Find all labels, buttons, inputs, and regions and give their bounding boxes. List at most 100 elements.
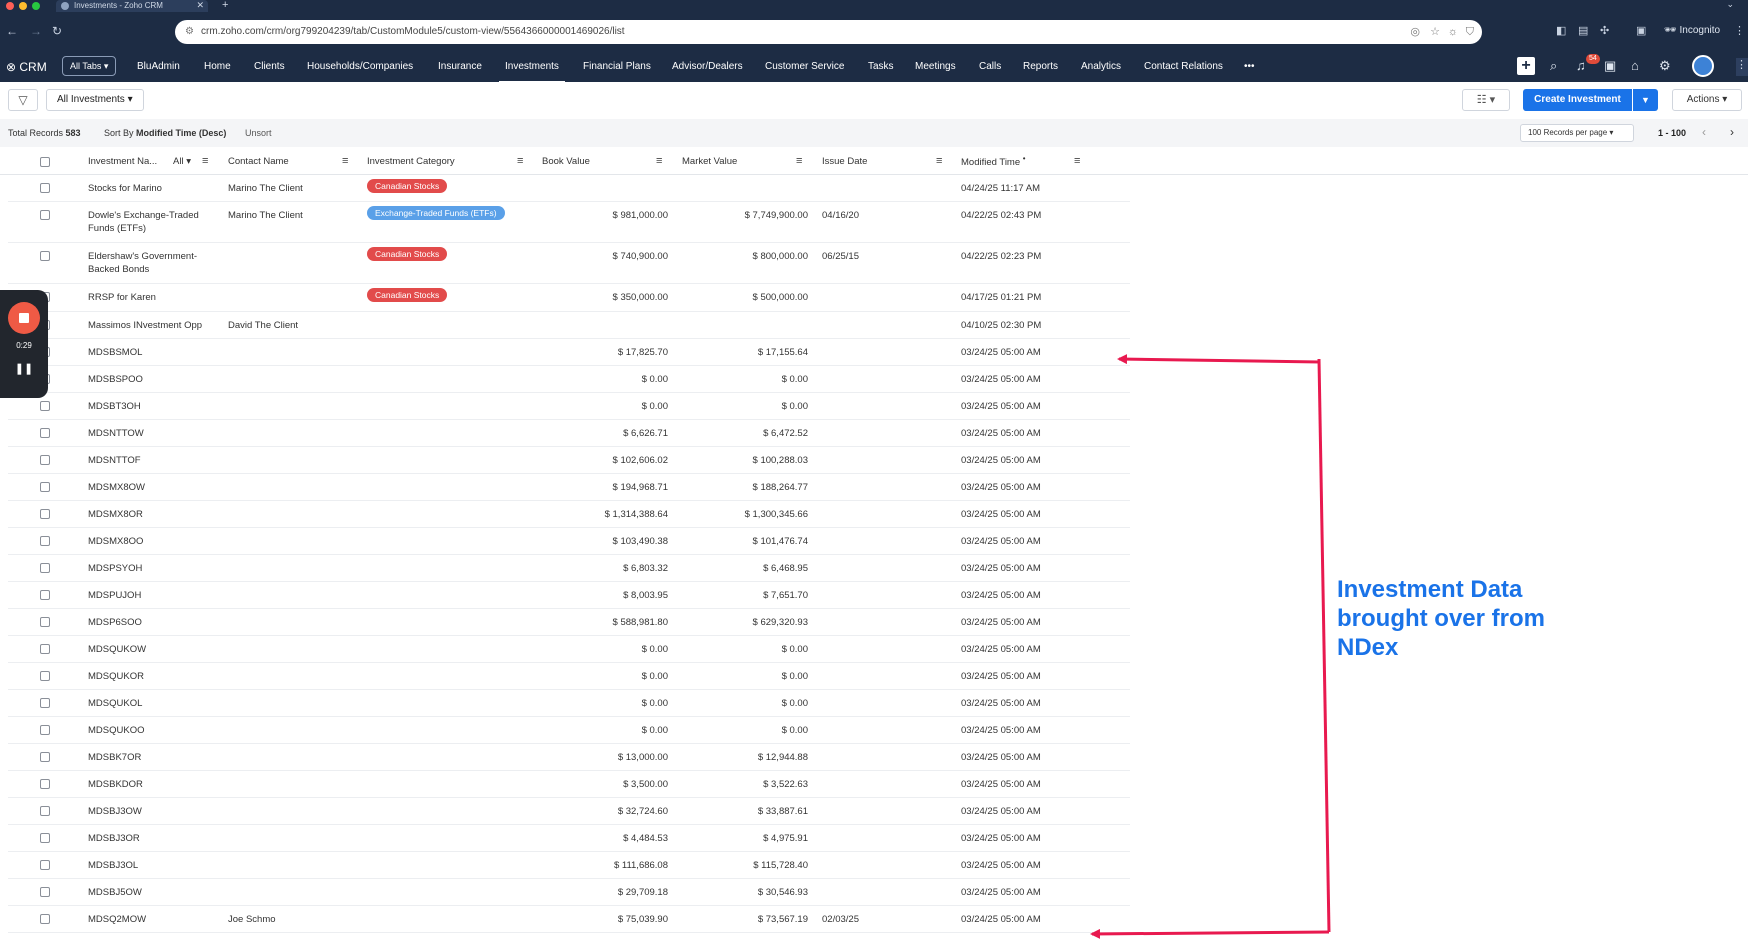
reload-icon[interactable]: ↻ xyxy=(52,24,62,38)
table-row[interactable]: MDSQUKOW $ 0.00 $ 0.00 03/24/25 05:00 AM xyxy=(8,636,1130,663)
row-checkbox[interactable] xyxy=(40,482,50,492)
settings-gear-icon[interactable]: ⚙ xyxy=(1659,58,1671,74)
maximize-window-button[interactable] xyxy=(32,2,40,10)
name-filter[interactable]: All ▾ xyxy=(173,156,191,167)
shield-icon[interactable]: ⛉ xyxy=(1466,20,1474,44)
row-checkbox[interactable] xyxy=(40,563,50,573)
investment-name-cell[interactable]: MDSBJ3OL xyxy=(88,859,213,872)
table-row[interactable]: MDSQUKOO $ 0.00 $ 0.00 03/24/25 05:00 AM xyxy=(8,717,1130,744)
investment-name-cell[interactable]: MDSBJ3OW xyxy=(88,805,213,818)
all-tabs-button[interactable]: All Tabs ▾ xyxy=(62,56,117,76)
table-row[interactable]: MDSBT3OH $ 0.00 $ 0.00 03/24/25 05:00 AM xyxy=(8,393,1130,420)
column-header-issue-date[interactable]: Issue Date xyxy=(822,156,867,167)
row-checkbox[interactable] xyxy=(40,590,50,600)
filter-button[interactable]: ▽ xyxy=(8,89,38,111)
table-row[interactable]: MDSMX8OW $ 194,968.71 $ 188,264.77 03/24/25… xyxy=(8,474,1130,501)
create-investment-button[interactable]: Create Investment xyxy=(1523,89,1632,111)
table-row[interactable]: MDSP6SOO $ 588,981.80 $ 629,320.93 03/24/25… xyxy=(8,609,1130,636)
bookmark-star-icon[interactable]: ☆ xyxy=(1430,20,1440,44)
nav-investments[interactable]: Investments xyxy=(499,61,565,83)
forward-icon[interactable]: → xyxy=(30,24,42,38)
marketplace-icon[interactable]: ⌂ xyxy=(1631,58,1639,73)
row-checkbox[interactable] xyxy=(40,725,50,735)
nav-clients[interactable]: Clients xyxy=(254,61,285,72)
column-menu-icon[interactable]: ≡ xyxy=(202,155,208,167)
column-menu-icon[interactable]: ≡ xyxy=(936,155,942,167)
investment-name-cell[interactable]: Dowle's Exchange-Traded Funds (ETFs) xyxy=(88,209,213,235)
row-checkbox[interactable] xyxy=(40,455,50,465)
search-icon[interactable]: ⌕ xyxy=(1550,58,1557,74)
investment-name-cell[interactable]: MDSBJ5OW xyxy=(88,886,213,899)
table-row[interactable]: MDSPUJOH $ 8,003.95 $ 7,651.70 03/24/25 05:… xyxy=(8,582,1130,609)
nav-insurance[interactable]: Insurance xyxy=(438,61,482,72)
browser-menu-icon[interactable]: ⋮ xyxy=(1734,24,1745,37)
table-row[interactable]: MDSMX8OR $ 1,314,388.64 $ 1,300,345.66 03/2… xyxy=(8,501,1130,528)
row-checkbox[interactable] xyxy=(40,752,50,762)
table-row[interactable]: Stocks for Marino Marino The Client 04/24/… xyxy=(8,175,1130,202)
investment-name-cell[interactable]: MDSMX8OO xyxy=(88,535,213,548)
row-checkbox[interactable] xyxy=(40,671,50,681)
investment-name-cell[interactable]: MDSNTTOF xyxy=(88,454,213,467)
new-tab-icon[interactable]: + xyxy=(222,0,228,11)
table-row[interactable]: RRSP for Karen $ 350,000.00 $ 500,000.00 04… xyxy=(8,284,1130,312)
row-checkbox[interactable] xyxy=(40,536,50,546)
browser-tab[interactable]: Investments - Zoho CRM ✕ xyxy=(56,0,208,12)
nav-contact-relations[interactable]: Contact Relations xyxy=(1144,61,1223,72)
table-row[interactable]: Massimos INvestment Opp David The Client 0… xyxy=(8,312,1130,339)
create-dropdown-button[interactable]: ▼ xyxy=(1633,89,1658,111)
nav-more[interactable]: ••• xyxy=(1244,61,1255,72)
table-row[interactable]: MDSBK7OR $ 13,000.00 $ 12,944.88 03/24/25 0… xyxy=(8,744,1130,771)
row-checkbox[interactable] xyxy=(40,210,50,220)
actions-button[interactable]: Actions ▾ xyxy=(1672,89,1742,111)
row-checkbox[interactable] xyxy=(40,509,50,519)
close-tab-icon[interactable]: ✕ xyxy=(196,0,204,11)
nav-analytics[interactable]: Analytics xyxy=(1081,61,1121,72)
table-row[interactable]: MDSQ2MOW Joe Schmo $ 75,039.90 $ 73,567.19 0… xyxy=(8,906,1130,933)
apps-grid-icon[interactable]: ⋮ xyxy=(1736,58,1748,76)
investment-name-cell[interactable]: RRSP for Karen xyxy=(88,291,213,304)
investment-name-cell[interactable]: MDSBKDOR xyxy=(88,778,213,791)
table-row[interactable]: MDSBSPOO $ 0.00 $ 0.00 03/24/25 05:00 AM xyxy=(8,366,1130,393)
crm-logo[interactable]: ⊗ CRM xyxy=(6,60,47,74)
investment-name-cell[interactable]: MDSBJ3OR xyxy=(88,832,213,845)
pause-icon[interactable]: ❚❚ xyxy=(0,362,48,375)
brightness-icon[interactable]: ☼ xyxy=(1448,20,1458,44)
investment-name-cell[interactable]: MDSPSYOH xyxy=(88,562,213,575)
investment-name-cell[interactable]: MDSQ2MOW xyxy=(88,913,213,926)
column-header-contact[interactable]: Contact Name xyxy=(228,156,289,167)
nav-reports[interactable]: Reports xyxy=(1023,61,1058,72)
table-row[interactable]: MDSMX8OO $ 103,490.38 $ 101,476.74 03/24/25… xyxy=(8,528,1130,555)
view-select[interactable]: All Investments ▾ xyxy=(46,89,144,111)
column-header-book-value[interactable]: Book Value xyxy=(542,156,590,167)
row-checkbox[interactable] xyxy=(40,644,50,654)
row-checkbox[interactable] xyxy=(40,401,50,411)
table-row[interactable]: MDSQUKOL $ 0.00 $ 0.00 03/24/25 05:00 AM xyxy=(8,690,1130,717)
nav-bluadmin[interactable]: BluAdmin xyxy=(137,61,180,72)
nav-calls[interactable]: Calls xyxy=(979,61,1001,72)
table-row[interactable]: MDSBJ5OW $ 29,709.18 $ 30,546.93 03/24/25 0… xyxy=(8,879,1130,906)
row-checkbox[interactable] xyxy=(40,251,50,261)
nav-home[interactable]: Home xyxy=(204,61,231,72)
table-row[interactable]: MDSNTTOW $ 6,626.71 $ 6,472.52 03/24/25 05:… xyxy=(8,420,1130,447)
investment-name-cell[interactable]: MDSBSPOO xyxy=(88,373,213,386)
column-header-category[interactable]: Investment Category xyxy=(367,156,455,167)
tab-groups-icon[interactable]: ▣ xyxy=(1636,24,1646,37)
site-settings-icon[interactable]: ⚙ xyxy=(185,20,194,44)
nav-meetings[interactable]: Meetings xyxy=(915,61,956,72)
table-row[interactable]: MDSBJ3OW $ 32,724.60 $ 33,887.61 03/24/25 0… xyxy=(8,798,1130,825)
column-header-market-value[interactable]: Market Value xyxy=(682,156,737,167)
row-checkbox[interactable] xyxy=(40,698,50,708)
nav-customer-service[interactable]: Customer Service xyxy=(765,61,844,72)
column-menu-icon[interactable]: ≡ xyxy=(796,155,802,167)
bell-icon[interactable]: ♫ xyxy=(1576,58,1586,73)
investment-name-cell[interactable]: MDSBK7OR xyxy=(88,751,213,764)
table-row[interactable]: Dowle's Exchange-Traded Funds (ETFs) Mari… xyxy=(8,202,1130,243)
investment-name-cell[interactable]: MDSBT3OH xyxy=(88,400,213,413)
records-per-page-select[interactable]: 100 Records per page ▾ xyxy=(1520,124,1634,142)
row-checkbox[interactable] xyxy=(40,887,50,897)
stop-recording-button[interactable] xyxy=(8,302,40,334)
unsort-link[interactable]: Unsort xyxy=(245,128,272,138)
calendar-icon[interactable]: ▣ xyxy=(1604,58,1616,74)
user-avatar[interactable] xyxy=(1692,55,1714,77)
minimize-window-button[interactable] xyxy=(19,2,27,10)
